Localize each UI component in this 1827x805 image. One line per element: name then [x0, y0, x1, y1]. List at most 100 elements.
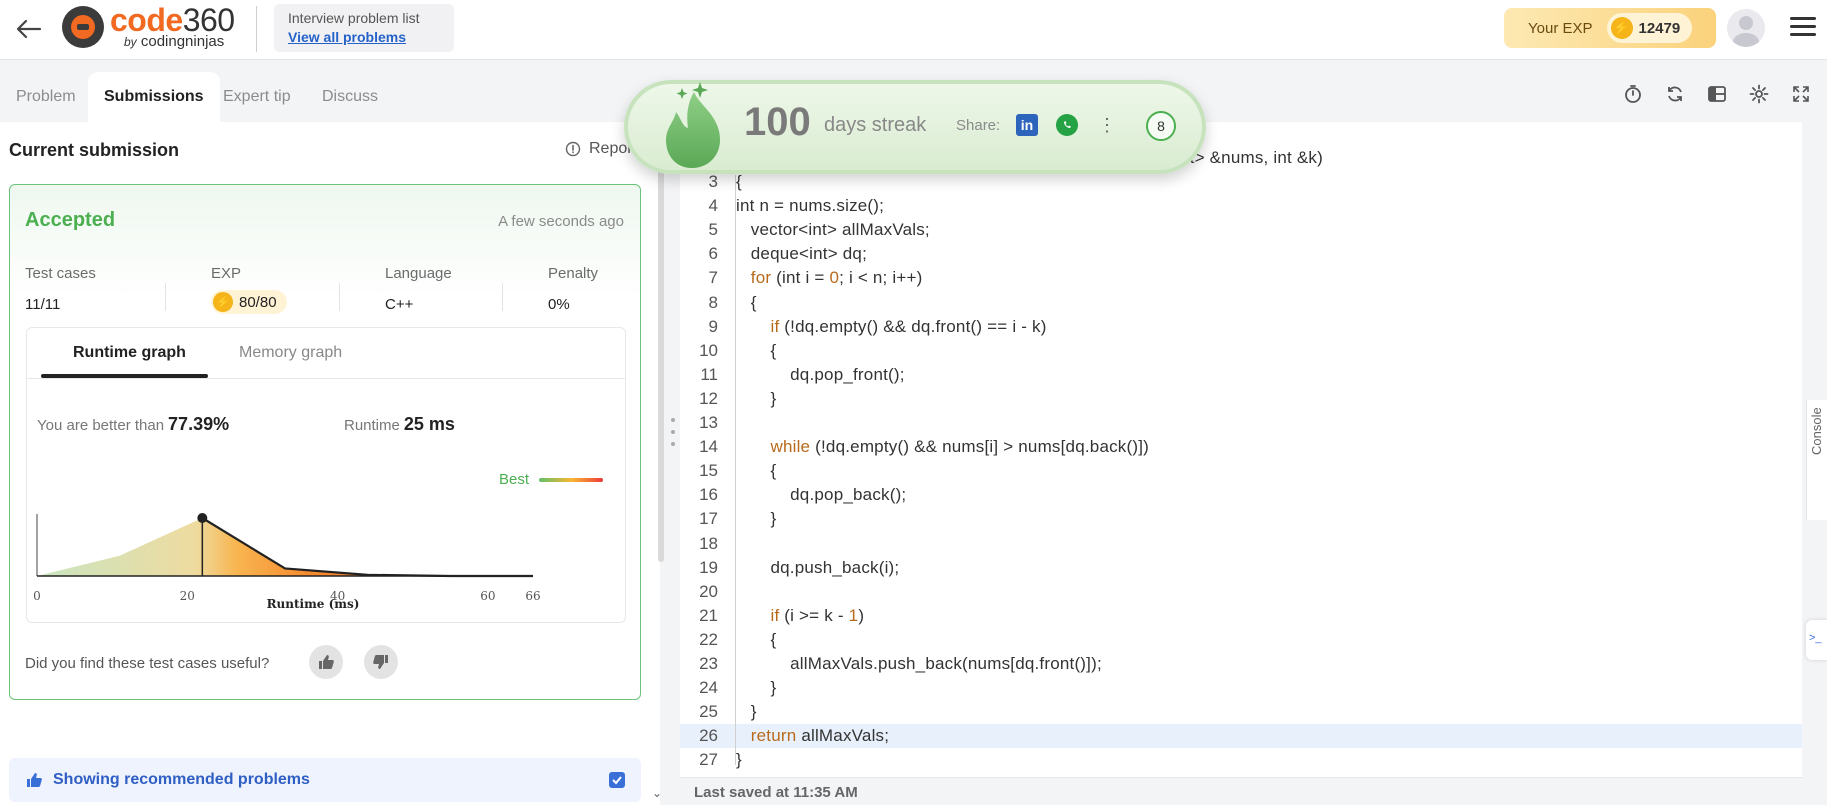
view-all-problems-link[interactable]: View all problems: [288, 29, 440, 45]
line-number: 26: [699, 726, 718, 746]
line-number: 9: [708, 316, 718, 336]
back-arrow-icon[interactable]: [12, 12, 46, 46]
line-number: 16: [699, 485, 718, 505]
stat-label: Test cases: [25, 265, 96, 282]
editor-toolbar: [1619, 80, 1815, 108]
whatsapp-icon[interactable]: [1056, 114, 1078, 136]
settings-gear-icon[interactable]: [1745, 80, 1773, 108]
code-text: }: [736, 678, 777, 698]
code-text: vector<int> allMaxVals;: [736, 220, 930, 240]
code-text: {: [736, 292, 757, 312]
menu-icon[interactable]: [1788, 12, 1818, 42]
code-line: 17 }: [680, 507, 1802, 531]
code-text: {: [736, 340, 777, 360]
last-saved-text: Last saved at 11:35 AM: [694, 784, 858, 801]
line-number: 15: [699, 461, 718, 481]
tab-discuss[interactable]: Discuss: [306, 72, 394, 122]
fullscreen-icon[interactable]: [1787, 80, 1815, 108]
top-header: code360 by codingninjas Interview proble…: [0, 0, 1827, 60]
stat-divider: [339, 283, 340, 311]
code360-logo[interactable]: code360 by codingninjas: [62, 4, 235, 49]
layout-icon[interactable]: [1703, 80, 1731, 108]
line-number: 27: [699, 750, 718, 770]
logo-mark-icon: [62, 5, 104, 48]
indent-guide: [735, 175, 736, 765]
avatar[interactable]: [1727, 9, 1765, 47]
useful-question: Did you find these test cases useful?: [25, 655, 270, 672]
code-text: }: [736, 702, 757, 722]
panel-resize-handle[interactable]: [668, 410, 678, 460]
tab-expert-tip[interactable]: Expert tip: [207, 72, 307, 122]
code-text: deque<int> dq;: [736, 244, 868, 264]
x-tick-label: 60: [480, 589, 495, 603]
code-line: 12 }: [680, 387, 1802, 411]
code-text: {: [736, 461, 777, 481]
code-line: 5 vector<int> allMaxVals;: [680, 218, 1802, 242]
timer-icon[interactable]: [1619, 80, 1647, 108]
stat-value: 0%: [548, 296, 570, 313]
code-text: }: [736, 388, 777, 408]
terminal-icon[interactable]: >_: [1806, 620, 1827, 660]
thumbs-down-button[interactable]: [364, 645, 398, 679]
flame-icon: [666, 82, 720, 168]
tab-runtime-graph[interactable]: Runtime graph: [73, 328, 186, 378]
streak-badge-count[interactable]: 8: [1146, 111, 1176, 141]
stat-divider: [502, 283, 503, 311]
line-number: 7: [708, 268, 718, 288]
line-number: 21: [699, 605, 718, 625]
line-number: 24: [699, 678, 718, 698]
editor-status-bar: Last saved at 11:35 AM: [680, 777, 1802, 805]
graph-tab-underline: [41, 374, 208, 378]
line-number: 14: [699, 437, 718, 457]
tab-submissions[interactable]: Submissions: [88, 72, 220, 122]
code-text: return allMaxVals;: [750, 726, 890, 746]
stat-value: C++: [385, 296, 414, 313]
code-text: for (int i = 0; i < n; i++): [750, 268, 923, 288]
tab-memory-graph[interactable]: Memory graph: [239, 328, 342, 378]
code-editor[interactable]: nt> &nums, int &k) 3{4 int n = nums.size(…: [680, 122, 1802, 777]
streak-label: days streak: [824, 114, 927, 136]
check-icon: [612, 776, 622, 785]
recommended-problems-bar[interactable]: Showing recommended problems: [9, 758, 641, 802]
graph-tab-divider: [27, 378, 625, 379]
streak-days: 100: [744, 100, 811, 144]
code-text: }: [736, 509, 777, 529]
logo-subtext: codingninjas: [140, 33, 225, 50]
code-text: if (i >= k - 1): [770, 605, 865, 625]
line-number: 19: [699, 557, 718, 577]
code-line: 16 dq.pop_back();: [680, 483, 1802, 507]
exp-chip: ⚡ 12479: [1606, 13, 1693, 43]
refresh-icon[interactable]: [1661, 80, 1689, 108]
thumbs-up-button[interactable]: [309, 645, 343, 679]
info-circle-icon: [565, 141, 581, 157]
line-number: 23: [699, 654, 718, 673]
exp-label: Your EXP: [1528, 19, 1593, 37]
line-number: 25: [699, 702, 718, 722]
recommended-checkbox[interactable]: [609, 772, 625, 788]
console-tab[interactable]: Console: [1806, 400, 1827, 520]
line-number: 22: [699, 629, 718, 649]
chevron-down-icon[interactable]: ⌄: [652, 786, 662, 800]
code-text: allMaxVals.push_back(nums[dq.front()]);: [736, 654, 1102, 673]
code-line: 14 while (!dq.empty() && nums[i] > nums[…: [680, 435, 1802, 459]
stat-value: 11/11: [25, 296, 61, 313]
linkedin-icon[interactable]: in: [1016, 114, 1038, 136]
code-line: 13: [680, 411, 1802, 435]
your-runtime-marker[interactable]: [197, 513, 208, 523]
more-options-icon[interactable]: ⋮: [1096, 114, 1118, 136]
tab-problem[interactable]: Problem: [0, 72, 92, 122]
line-number: 11: [700, 364, 718, 384]
runtime-value: 25 ms: [403, 414, 455, 434]
logo-by: by: [124, 35, 137, 49]
lightning-icon: ⚡: [213, 292, 233, 312]
stat-exp: EXP ⚡ 80/80: [211, 265, 287, 314]
code-line: 22 {: [680, 628, 1802, 652]
better-value: 77.39%: [168, 414, 230, 434]
thumbs-up-icon: [27, 773, 42, 787]
code-text: {: [736, 629, 777, 649]
left-panel-scrollbar[interactable]: [658, 122, 664, 562]
code-line: 21 if (i >= k - 1): [680, 604, 1802, 628]
exp-pill[interactable]: Your EXP ⚡ 12479: [1504, 8, 1716, 48]
submission-panel: Current submission Report Accepted A few…: [0, 122, 660, 805]
runtime-label: Runtime: [344, 417, 400, 434]
